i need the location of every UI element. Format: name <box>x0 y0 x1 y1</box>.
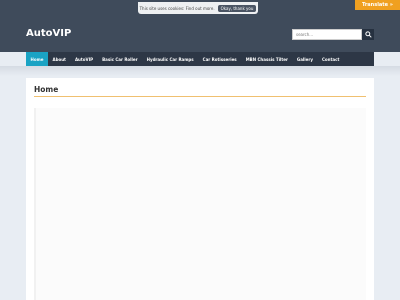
main-nav: Home About AutoVIP Basic Car Roller Hydr… <box>26 52 374 66</box>
search-icon <box>364 31 372 38</box>
nav-item-mbn-chassis-tilter[interactable]: MBN Chassis Tilter <box>241 52 292 66</box>
translate-label: Translate » <box>361 2 394 8</box>
content-embed-area[interactable] <box>34 108 366 300</box>
nav-item-hydraulic-car-ramps[interactable]: Hydraulic Car Ramps <box>142 52 198 66</box>
nav-item-autovip[interactable]: AutoVIP <box>70 52 97 66</box>
translate-button[interactable]: Translate » <box>355 0 400 10</box>
nav-shadow <box>0 66 400 76</box>
nav-item-car-rotisseries[interactable]: Car Rotisseries <box>198 52 241 66</box>
cookie-accept-button[interactable]: Okay, thank you <box>217 4 257 12</box>
nav-item-about[interactable]: About <box>48 52 70 66</box>
cookie-notice: This site uses cookies: Find out more. O… <box>138 2 258 14</box>
title-divider <box>34 96 366 97</box>
nav-item-gallery[interactable]: Gallery <box>292 52 317 66</box>
nav-item-basic-car-roller[interactable]: Basic Car Roller <box>98 52 143 66</box>
cookie-text: This site uses cookies: Find out more. <box>139 5 215 11</box>
search-input[interactable] <box>292 29 362 40</box>
main-content: Home <box>26 78 374 300</box>
nav-item-contact[interactable]: Contact <box>317 52 343 66</box>
site-logo[interactable]: AutoVIP <box>26 28 71 39</box>
site-header: This site uses cookies: Find out more. O… <box>0 0 400 52</box>
page-title: Home <box>34 85 59 94</box>
search-button[interactable] <box>362 29 374 40</box>
nav-item-home[interactable]: Home <box>26 52 48 66</box>
